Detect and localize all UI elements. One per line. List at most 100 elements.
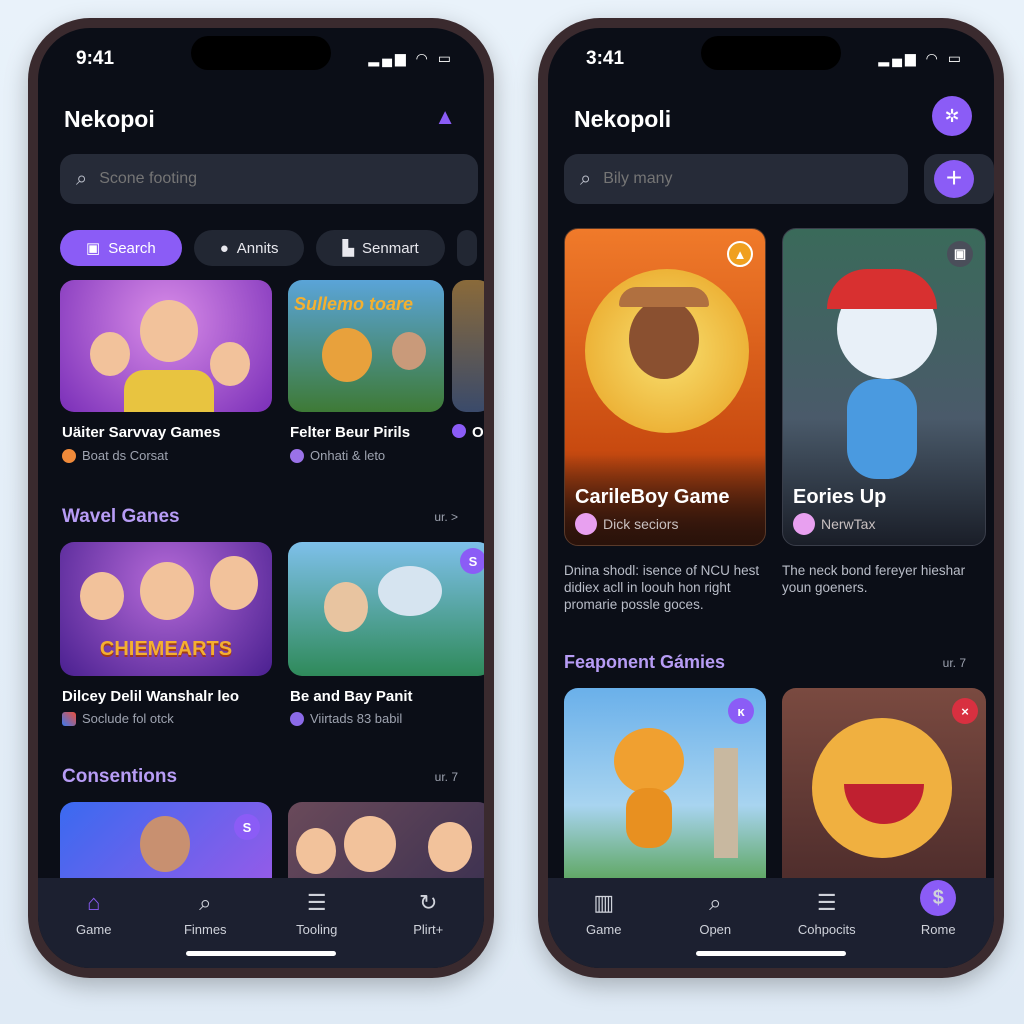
tab-label: Cohpocits [797,922,856,937]
left-screen: 9:41 ▂▄▆ ◠ ▭ Nekopoi ▲ ⌕ ▣ Search ● Annits… [38,28,484,968]
plus-icon: + [934,160,974,198]
profile-icon[interactable]: ✲ [932,96,972,136]
home-indicator [186,951,336,956]
game-card-image[interactable]: × [782,688,986,902]
tab-label: Rome [920,922,956,937]
featured-subtitle: NerwTax [793,513,875,535]
featured-title: Eories Up [793,486,887,508]
tab-game[interactable]: ▥ Game [559,890,649,968]
game-title[interactable]: Uäiter Sarvvay Games [62,424,220,441]
list-icon: ☰ [816,890,837,915]
status-icons: ▂▄▆ ◠ ▭ [368,50,454,66]
featured-game-card[interactable]: ▣ Eories Up NerwTax [782,228,986,546]
see-more-link[interactable]: ur. 7 [943,656,966,670]
tab-open[interactable]: ⌕ Open [670,890,760,968]
subtitle-text: Viirtads 83 babil [310,711,403,726]
game-subtitle: Onhati & leto [290,448,385,463]
tab-finmes[interactable]: ⌕ Finmes [160,890,250,968]
game-subtitle: Boat ds Corsat [62,448,168,463]
card-banner: CHIEMEARTS [99,638,233,660]
game-title[interactable]: Felter Beur Pirils [290,424,410,441]
status-time: 9:41 [76,48,115,69]
publisher-icon [290,711,304,726]
section-title: Consentions [62,766,178,787]
publisher-icon [62,448,76,463]
tab-label: Open [699,922,732,937]
search-input[interactable] [99,170,300,188]
publisher-icon [62,711,76,726]
apple-icon: ● [219,239,229,257]
camera-notch [701,36,841,70]
game-title[interactable]: Oi [452,424,484,441]
chip-label: Senmart [362,239,419,257]
chip-more[interactable] [456,230,477,266]
profile-icon[interactable]: ▲ [434,104,456,130]
tab-label: Plirt+ [413,922,444,937]
camera-notch [191,36,331,70]
tab-cohpocits[interactable]: ☰ Cohpocits [782,890,872,968]
game-card-image[interactable]: ĸ [564,688,766,902]
close-badge-icon[interactable]: × [952,698,978,724]
chip-search[interactable]: ▣ Search [60,230,182,266]
right-screen: 3:41 ▂▄▆ ◠ ▭ Nekopoli ✲ ⌕ + ▲ CarileBoy … [548,28,994,968]
search-input[interactable] [603,170,804,188]
tab-label: Game [76,922,112,937]
search-icon: ⌕ [76,167,88,190]
card-badge: ĸ [728,698,754,724]
library-icon: ▥ [593,890,615,915]
publisher-icon [452,424,466,438]
see-more-link[interactable]: ur. > [434,510,458,524]
tab-label: Tooling [296,922,338,937]
game-card-image[interactable]: S [288,542,484,676]
filter-chips: ▣ Search ● Annits ▙ Senmart [60,230,477,266]
status-time: 3:41 [586,48,625,69]
featured-description: The neck bond fereyer hieshar youn goene… [782,563,966,595]
subtitle-text: NerwTax [821,516,876,532]
game-title[interactable]: Be and Bay Panit [290,688,413,705]
featured-description: Dnina shodl: isence of NCU hest didiex a… [564,563,760,612]
right-phone: 3:41 ▂▄▆ ◠ ▭ Nekopoli ✲ ⌕ + ▲ CarileBoy … [538,18,1004,978]
publisher-icon [575,513,597,535]
app-title: Nekopoli [574,106,672,132]
title-text: Oi [472,424,484,441]
app-title: Nekopoi [64,106,155,132]
tab-label: Game [586,922,622,937]
chip-annits[interactable]: ● Annits [193,230,305,266]
left-phone: 9:41 ▂▄▆ ◠ ▭ Nekopoi ▲ ⌕ ▣ Search ● Annits… [28,18,494,978]
search-bar[interactable]: ⌕ [60,154,478,204]
tab-plirt[interactable]: ↻ Plirt+ [383,890,473,968]
tab-rome[interactable]: $ Rome [893,880,983,968]
section-title: Wavel Ganes [62,506,180,527]
search-icon: ⌕ [580,167,592,190]
game-subtitle: Viirtads 83 babil [290,711,402,726]
search-bar[interactable]: ⌕ [564,154,908,204]
calendar-icon: ▣ [86,240,101,257]
tab-label: Finmes [183,922,227,937]
game-card-image[interactable] [60,280,272,412]
see-more-link[interactable]: ur. 7 [435,770,458,784]
featured-title: CarileBoy Game [575,486,730,508]
home-indicator [696,951,846,956]
game-card-image[interactable] [452,280,484,412]
store-icon: ▙ [342,240,355,257]
chip-label: Search [108,239,156,257]
tab-tooling[interactable]: ☰ Tooling [272,890,362,968]
subtitle-text: Soclude fol otck [82,711,174,726]
tab-game[interactable]: ⌂ Game [49,890,139,968]
game-title[interactable]: Dilcey Delil Wanshalr leo [62,688,239,705]
status-icons: ▂▄▆ ◠ ▭ [878,50,964,66]
subtitle-text: Boat ds Corsat [82,448,168,463]
search-icon: ⌕ [709,890,722,915]
game-card-image[interactable]: Sullemo toare [288,280,444,412]
home-icon: ⌂ [87,890,101,915]
game-card-image[interactable]: CHIEMEARTS [60,542,272,676]
featured-game-card[interactable]: ▲ CarileBoy Game Dick seciors [564,228,766,546]
refresh-icon: ↻ [419,890,438,915]
chip-senmart[interactable]: ▙ Senmart [316,230,445,266]
game-subtitle: Soclude fol otck [62,711,174,726]
featured-subtitle: Dick seciors [575,513,678,535]
publisher-icon [290,448,304,463]
subtitle-text: Dick seciors [603,516,679,532]
featured-badge-icon: ▲ [727,241,753,267]
add-button[interactable]: + [924,154,994,204]
